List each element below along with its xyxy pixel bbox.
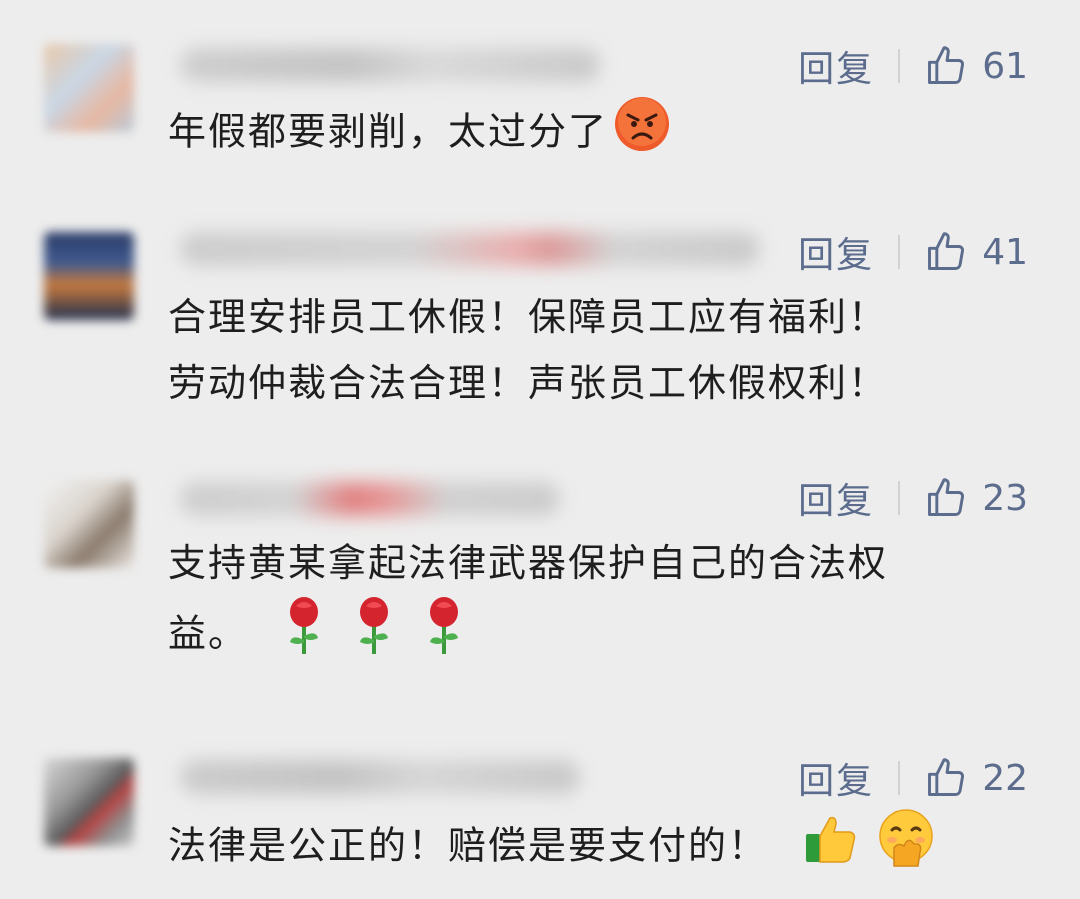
like-count: 61: [982, 45, 1028, 87]
like-count: 41: [982, 231, 1028, 273]
comment-actions: 回复 61: [798, 36, 1028, 96]
comments-list: 回复 61 年假都要剥削，太过分了 回复 41 合理安排员工休假！保障员工应有福…: [0, 0, 1080, 899]
username-blurred[interactable]: [180, 482, 560, 516]
comment-actions: 回复 41: [798, 222, 1028, 282]
rose-icon: [352, 596, 396, 676]
hand-over-mouth-face-icon: [876, 808, 936, 888]
username-blurred[interactable]: [180, 760, 580, 794]
avatar[interactable]: [44, 44, 134, 132]
comment-text: 合理安排员工休假！保障员工应有福利！ 劳动仲裁合法合理！声张员工休假权利！: [168, 284, 1028, 416]
thumbs-up-icon: [928, 478, 965, 516]
like-button[interactable]: 23: [924, 476, 1028, 520]
divider: [898, 481, 901, 515]
comment-text-line: 合理安排员工休假！保障员工应有福利！: [168, 295, 889, 339]
rose-icon: [422, 596, 466, 676]
angry-face-icon: [614, 96, 670, 172]
comment-actions: 回复 22: [798, 748, 1028, 808]
comment-text-line: 益。: [168, 596, 1028, 676]
avatar[interactable]: [44, 758, 134, 846]
thumbs-up-emoji-icon: [802, 810, 858, 886]
comment-text: 法律是公正的！赔偿是要支付的！: [168, 808, 1028, 888]
comment-text-content: 益。: [168, 611, 249, 656]
avatar[interactable]: [44, 480, 134, 568]
divider: [898, 49, 901, 83]
like-count: 23: [982, 477, 1028, 519]
comment-actions: 回复 23: [798, 468, 1028, 528]
comment-text-line: 支持黄某拿起法律武器保护自己的合法权: [168, 541, 889, 585]
thumbs-up-icon: [928, 232, 965, 270]
comment-text: 支持黄某拿起法律武器保护自己的合法权 益。: [168, 530, 1028, 676]
divider: [898, 761, 901, 795]
avatar[interactable]: [44, 232, 134, 320]
like-button[interactable]: 61: [924, 44, 1028, 88]
thumbs-up-icon: [928, 46, 965, 84]
like-button[interactable]: 22: [924, 756, 1028, 800]
divider: [898, 235, 901, 269]
username-blurred[interactable]: [180, 48, 600, 82]
like-button[interactable]: 41: [924, 230, 1028, 274]
reply-button[interactable]: 回复: [798, 752, 874, 804]
like-count: 22: [982, 757, 1028, 799]
comment-text-content: 法律是公正的！赔偿是要支付的！: [168, 823, 769, 868]
rose-icon: [282, 596, 326, 676]
thumbs-up-icon: [928, 758, 965, 796]
reply-button[interactable]: 回复: [798, 40, 874, 92]
reply-button[interactable]: 回复: [798, 472, 874, 524]
comment-text-line: 劳动仲裁合法合理！声张员工休假权利！: [168, 361, 889, 405]
username-blurred[interactable]: [180, 232, 760, 266]
comment-text: 年假都要剥削，太过分了: [168, 96, 1028, 172]
reply-button[interactable]: 回复: [798, 226, 874, 278]
comment-text-content: 年假都要剥削，太过分了: [168, 109, 609, 154]
